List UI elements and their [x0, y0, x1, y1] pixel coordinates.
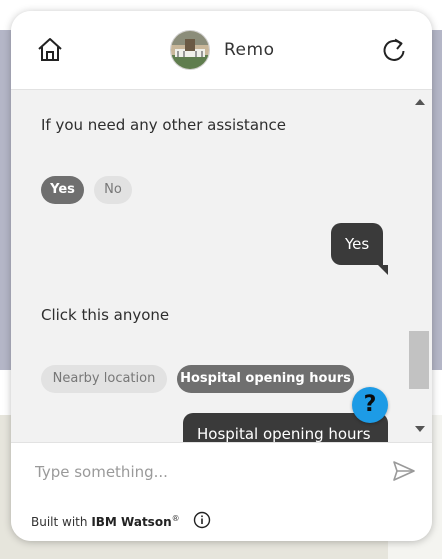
scroll-up-arrow-icon[interactable] [415, 99, 425, 105]
help-button[interactable]: ? [352, 387, 388, 423]
user-message-tail [378, 265, 388, 275]
scroll-down-arrow-icon[interactable] [415, 426, 425, 432]
option-nearby-location-chip[interactable]: Nearby location [41, 365, 167, 393]
refresh-icon [383, 38, 405, 61]
message-scrollbar[interactable] [408, 90, 432, 442]
user-message: Yes [331, 223, 384, 265]
option-hospital-hours-chip[interactable]: Hospital opening hours [177, 365, 354, 393]
scrollbar-thumb[interactable] [409, 331, 429, 389]
info-button[interactable] [193, 511, 211, 529]
brand-name: IBM Watson [91, 515, 172, 529]
widget-footer: Built with IBM Watson® [11, 500, 432, 541]
registered-mark: ® [171, 514, 180, 523]
built-with-text: Built with IBM Watson® [31, 514, 180, 529]
home-icon [38, 38, 62, 61]
bot-avatar [170, 30, 210, 70]
info-icon [193, 511, 211, 529]
message-input[interactable] [33, 457, 377, 487]
bot-message: Click this anyone [41, 306, 170, 324]
chat-widget: Remo If you need any other assistance Ye… [11, 11, 432, 541]
home-button[interactable] [36, 36, 64, 64]
send-icon [393, 461, 415, 481]
option-yes-chip[interactable]: Yes [41, 176, 84, 204]
option-no-chip[interactable]: No [94, 176, 132, 204]
bot-name: Remo [224, 40, 275, 60]
bot-message: If you need any other assistance [41, 116, 286, 134]
built-with-prefix: Built with [31, 515, 92, 529]
chat-header: Remo [11, 11, 432, 90]
send-button[interactable] [392, 460, 416, 482]
message-input-area [11, 442, 432, 501]
bot-avatar-image [171, 31, 209, 69]
refresh-button[interactable] [381, 36, 407, 64]
